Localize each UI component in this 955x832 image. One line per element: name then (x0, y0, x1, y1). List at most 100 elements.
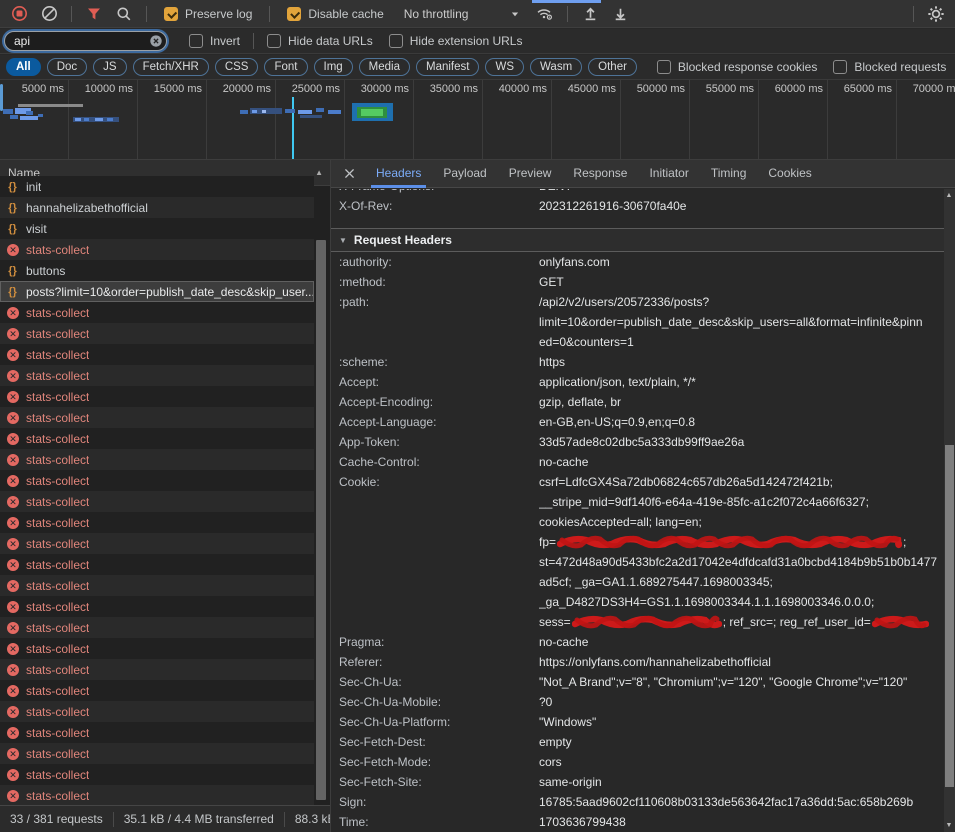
tab-payload[interactable]: Payload (432, 160, 497, 188)
filter-checkbox-hide-extension-urls-box[interactable] (389, 34, 403, 48)
header-name: Time: (339, 812, 539, 832)
clear-button[interactable] (36, 2, 62, 26)
type-pill-css[interactable]: CSS (215, 58, 259, 76)
filter-checkbox-invert-box[interactable] (189, 34, 203, 48)
request-row-stats-collect[interactable]: ✕stats-collect (0, 722, 314, 743)
request-row-posts[interactable]: {}posts?limit=10&order=publish_date_desc… (0, 281, 314, 302)
request-row-hannahelizabethofficial[interactable]: {}hannahelizabethofficial (0, 197, 314, 218)
export-har-icon[interactable] (607, 2, 633, 26)
type-pills: All Doc JS Fetch/XHR CSS Font Img Media Manifest… (6, 58, 643, 76)
request-failed-icon: ✕ (7, 559, 19, 571)
request-row-stats-collect[interactable]: ✕stats-collect (0, 449, 314, 470)
header-value-text: ed=0&counters=1 (539, 335, 634, 349)
filter-checkbox-hide-data-urls[interactable]: Hide data URLs (267, 34, 373, 48)
preserve-log-checkbox[interactable]: Preserve log (164, 7, 252, 21)
filter-checkboxes: Invert Hide data URLs Hide extension URLs (181, 33, 530, 49)
request-row-buttons[interactable]: {}buttons (0, 260, 314, 281)
type-pill-doc[interactable]: Doc (47, 58, 87, 76)
waterfall-activity (285, 109, 295, 113)
request-row-stats-collect[interactable]: ✕stats-collect (0, 575, 314, 596)
request-row-stats-collect[interactable]: ✕stats-collect (0, 701, 314, 722)
settings-gear-icon[interactable] (923, 2, 949, 26)
scroll-up-icon[interactable]: ▲ (944, 192, 954, 199)
request-row-stats-collect[interactable]: ✕stats-collect (0, 596, 314, 617)
request-row-stats-collect[interactable]: ✕stats-collect (0, 239, 314, 260)
details-scrollbar-thumb[interactable] (945, 445, 954, 787)
type-pill-all[interactable]: All (6, 58, 41, 76)
throttling-dropdown[interactable]: No throttling (396, 7, 529, 21)
request-row-stats-collect[interactable]: ✕stats-collect (0, 764, 314, 785)
tab-response[interactable]: Response (562, 160, 638, 188)
tab-preview[interactable]: Preview (498, 160, 563, 188)
request-headers-section-header[interactable]: ▼Request Headers (331, 228, 945, 252)
type-pill-font[interactable]: Font (264, 58, 307, 76)
request-row-stats-collect[interactable]: ✕stats-collect (0, 554, 314, 575)
request-row-stats-collect[interactable]: ✕stats-collect (0, 407, 314, 428)
request-row-stats-collect[interactable]: ✕stats-collect (0, 323, 314, 344)
request-row-stats-collect[interactable]: ✕stats-collect (0, 302, 314, 323)
request-row-stats-collect[interactable]: ✕stats-collect (0, 533, 314, 554)
filter-input[interactable] (4, 31, 167, 51)
import-har-icon[interactable] (577, 2, 603, 26)
request-details-panel: HeadersPayloadPreviewResponseInitiatorTi… (330, 160, 955, 832)
header-value: cors (539, 752, 945, 772)
type-pill-ws[interactable]: WS (485, 58, 524, 76)
header-name: Pragma: (339, 632, 539, 652)
request-row-visit[interactable]: {}visit (0, 218, 314, 239)
filter-checkbox-invert[interactable]: Invert (189, 34, 240, 48)
request-row-stats-collect[interactable]: ✕stats-collect (0, 680, 314, 701)
disable-cache-checkbox-box[interactable] (287, 7, 301, 21)
request-row-stats-collect[interactable]: ✕stats-collect (0, 344, 314, 365)
filter-checkbox-hide-data-urls-box[interactable] (267, 34, 281, 48)
request-row-stats-collect[interactable]: ✕stats-collect (0, 617, 314, 638)
type-pill-js[interactable]: JS (93, 58, 126, 76)
requests-scrollbar-thumb[interactable] (316, 240, 326, 800)
request-row-stats-collect[interactable]: ✕stats-collect (0, 470, 314, 491)
request-row-stats-collect[interactable]: ✕stats-collect (0, 491, 314, 512)
waterfall-activity (328, 110, 341, 114)
request-row-stats-collect[interactable]: ✕stats-collect (0, 743, 314, 764)
timeline-segment: 20000 ms (207, 80, 276, 160)
checkbox-blocked-response-cookies[interactable]: Blocked response cookies (657, 60, 817, 74)
header-row: App-Token:33d57ade8c02dbc5a333db99ff9ae2… (331, 432, 945, 452)
type-pill-fetch-xhr[interactable]: Fetch/XHR (133, 58, 209, 76)
search-icon[interactable] (111, 2, 137, 26)
request-row-stats-collect[interactable]: ✕stats-collect (0, 638, 314, 659)
network-conditions-icon[interactable] (532, 2, 558, 26)
checkbox-blocked-requests-box[interactable] (833, 60, 847, 74)
preserve-log-checkbox-box[interactable] (164, 7, 178, 21)
close-details-icon[interactable] (337, 162, 361, 186)
scroll-down-icon[interactable]: ▼ (944, 822, 954, 829)
checkbox-blocked-response-cookies-box[interactable] (657, 60, 671, 74)
type-pill-wasm[interactable]: Wasm (530, 58, 582, 76)
filter-checkbox-hide-extension-urls[interactable]: Hide extension URLs (389, 34, 523, 48)
request-row-stats-collect[interactable]: ✕stats-collect (0, 785, 314, 806)
disable-cache-checkbox[interactable]: Disable cache (287, 7, 383, 21)
waterfall-activity (75, 118, 81, 121)
clear-filter-icon[interactable] (149, 34, 163, 48)
timeline-segment: 70000 ms (897, 80, 955, 160)
checkbox-blocked-requests[interactable]: Blocked requests (833, 60, 946, 74)
tab-timing[interactable]: Timing (700, 160, 758, 188)
request-row-stats-collect[interactable]: ✕stats-collect (0, 512, 314, 533)
request-row-stats-collect[interactable]: ✕stats-collect (0, 386, 314, 407)
type-pill-other[interactable]: Other (588, 58, 637, 76)
timeline-overview[interactable]: 5000 ms10000 ms15000 ms20000 ms25000 ms3… (0, 80, 955, 160)
type-pill-media[interactable]: Media (359, 58, 410, 76)
request-row-init[interactable]: {}init (0, 176, 314, 197)
request-row-stats-collect[interactable]: ✕stats-collect (0, 365, 314, 386)
tab-headers[interactable]: Headers (365, 160, 432, 188)
tab-initiator[interactable]: Initiator (638, 160, 699, 188)
type-pill-manifest[interactable]: Manifest (416, 58, 479, 76)
header-name: Cache-Control: (339, 452, 539, 472)
sort-ascending-icon: ▲ (315, 160, 323, 186)
tab-cookies[interactable]: Cookies (757, 160, 822, 188)
timeline-tick-label: 45000 ms (568, 83, 616, 95)
requests-panel: Name ▲ {}init{}hannahelizabethofficial{}… (0, 160, 330, 832)
type-pill-img[interactable]: Img (314, 58, 353, 76)
request-row-stats-collect[interactable]: ✕stats-collect (0, 659, 314, 680)
request-row-stats-collect[interactable]: ✕stats-collect (0, 428, 314, 449)
filter-toggle-icon[interactable] (81, 2, 107, 26)
redaction-scribble (572, 615, 722, 629)
record-button[interactable] (6, 2, 32, 26)
